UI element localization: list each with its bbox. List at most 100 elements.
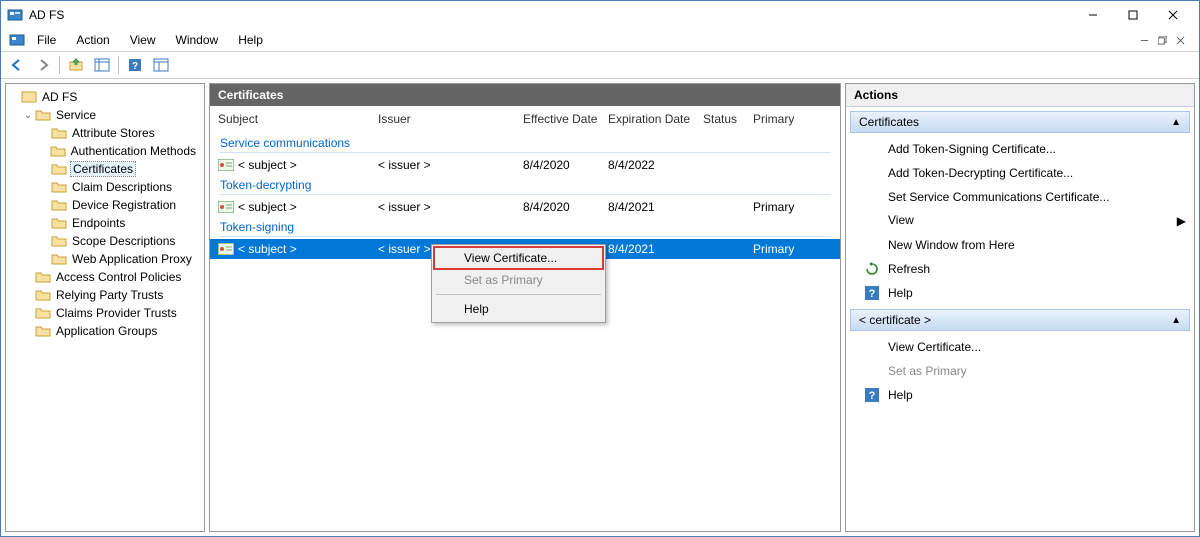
tree-node-certificates[interactable]: Certificates: [8, 160, 202, 178]
app-icon: [7, 7, 23, 23]
menu-help[interactable]: Help: [230, 31, 271, 49]
tree-node-authentication-methods[interactable]: Authentication Methods: [8, 142, 202, 160]
forward-button[interactable]: [31, 54, 55, 76]
maximize-button[interactable]: [1113, 3, 1153, 27]
tree-root[interactable]: AD FS: [8, 88, 202, 106]
action-refresh[interactable]: Refresh: [846, 257, 1194, 281]
group-header[interactable]: Service communications: [210, 133, 840, 152]
cell-subject: < subject >: [238, 158, 297, 172]
ctx-separator: [436, 294, 601, 295]
action-view-certificate[interactable]: View Certificate...: [846, 335, 1194, 359]
group-header[interactable]: Token-signing: [210, 217, 840, 236]
action-section-certificates[interactable]: Certificates ▲: [850, 111, 1190, 133]
col-exp[interactable]: Expiration Date: [608, 112, 703, 126]
tree-node-attribute-stores[interactable]: Attribute Stores: [8, 124, 202, 142]
col-status[interactable]: Status: [703, 112, 753, 126]
cell-subject: < subject >: [238, 200, 297, 214]
menu-file[interactable]: File: [29, 31, 64, 49]
svg-text:?: ?: [132, 61, 138, 72]
toolbar-separator: [118, 56, 119, 74]
action-set-service-comm-cert[interactable]: Set Service Communications Certificate..…: [846, 185, 1194, 209]
tree-node-scope-descriptions[interactable]: Scope Descriptions: [8, 232, 202, 250]
tree-label: Attribute Stores: [70, 126, 157, 140]
tree-label: Claims Provider Trusts: [54, 306, 179, 320]
col-subject[interactable]: Subject: [218, 112, 378, 126]
ctx-view-certificate[interactable]: View Certificate...: [434, 247, 603, 269]
folder-icon: [51, 162, 67, 176]
refresh-icon: [864, 261, 880, 277]
tree-node-relying-party-trusts[interactable]: Relying Party Trusts: [8, 286, 202, 304]
collapse-icon[interactable]: ▲: [1171, 117, 1181, 128]
context-menu: View Certificate... Set as Primary Help: [431, 244, 606, 323]
close-button[interactable]: [1153, 3, 1193, 27]
tree-label: Certificates: [70, 161, 136, 177]
navigation-tree[interactable]: AD FS ⌄ Service Attribute Stores Authenti…: [6, 84, 204, 344]
mdi-close-button[interactable]: [1171, 32, 1189, 48]
tree-label: Device Registration: [70, 198, 178, 212]
tree-node-application-groups[interactable]: Application Groups: [8, 322, 202, 340]
mdi-minimize-button[interactable]: [1135, 32, 1153, 48]
folder-icon: [35, 288, 51, 302]
collapse-icon[interactable]: ⌄: [22, 110, 34, 121]
folder-icon: [50, 144, 66, 158]
cell-primary: Primary: [753, 242, 813, 256]
folder-icon: [51, 216, 67, 230]
certificate-row[interactable]: < subject >< issuer >8/4/20208/4/2021Pri…: [210, 197, 840, 217]
app-menu-icon: [9, 32, 25, 48]
folder-icon: [35, 306, 51, 320]
certificate-list[interactable]: Service communications < subject >< issue…: [210, 133, 840, 531]
folder-icon: [51, 198, 67, 212]
action-add-token-decrypting[interactable]: Add Token-Decrypting Certificate...: [846, 161, 1194, 185]
collapse-icon[interactable]: ▲: [1171, 315, 1181, 326]
ctx-help[interactable]: Help: [434, 298, 603, 320]
properties-button[interactable]: [149, 54, 173, 76]
cell-effective-date: 8/4/2020: [523, 200, 608, 214]
tree-node-claims-provider-trusts[interactable]: Claims Provider Trusts: [8, 304, 202, 322]
menu-view[interactable]: View: [122, 31, 164, 49]
toolbar-separator: [59, 56, 60, 74]
show-hide-tree-button[interactable]: [90, 54, 114, 76]
minimize-button[interactable]: [1073, 3, 1113, 27]
back-button[interactable]: [5, 54, 29, 76]
chevron-right-icon: ▶: [1177, 214, 1186, 228]
section-label: < certificate >: [859, 313, 931, 327]
col-issuer[interactable]: Issuer: [378, 112, 523, 126]
tree-label: Claim Descriptions: [70, 180, 174, 194]
tree-node-claim-descriptions[interactable]: Claim Descriptions: [8, 178, 202, 196]
certificate-row[interactable]: < subject >< issuer >8/4/20208/4/2022: [210, 155, 840, 175]
action-help-2[interactable]: ? Help: [846, 383, 1194, 407]
cell-expiration-date: 8/4/2021: [608, 200, 703, 214]
tree-node-access-control-policies[interactable]: Access Control Policies: [8, 268, 202, 286]
cell-expiration-date: 8/4/2021: [608, 242, 703, 256]
help-icon: ?: [864, 285, 880, 301]
action-new-window[interactable]: New Window from Here: [846, 233, 1194, 257]
action-section-certificate[interactable]: < certificate > ▲: [850, 309, 1190, 331]
tree-node-service[interactable]: ⌄ Service: [8, 106, 202, 124]
action-set-as-primary: Set as Primary: [846, 359, 1194, 383]
tree-node-web-application-proxy[interactable]: Web Application Proxy: [8, 250, 202, 268]
window-title: AD FS: [29, 8, 64, 22]
group-header[interactable]: Token-decrypting: [210, 175, 840, 194]
help-button[interactable]: ?: [123, 54, 147, 76]
adfs-root-icon: [21, 90, 37, 104]
action-view[interactable]: View▶: [846, 209, 1194, 233]
certificate-icon: [218, 200, 236, 214]
mdi-restore-button[interactable]: [1153, 32, 1171, 48]
cell-primary: Primary: [753, 200, 813, 214]
col-primary[interactable]: Primary: [753, 112, 813, 126]
action-help[interactable]: ? Help: [846, 281, 1194, 305]
menu-window[interactable]: Window: [168, 31, 227, 49]
menubar: File Action View Window Help: [1, 29, 1199, 51]
menu-action[interactable]: Action: [68, 31, 117, 49]
action-add-token-signing[interactable]: Add Token-Signing Certificate...: [846, 137, 1194, 161]
up-button[interactable]: [64, 54, 88, 76]
col-eff[interactable]: Effective Date: [523, 112, 608, 126]
app-window: AD FS File Action View Window Help ?: [0, 0, 1200, 537]
certificate-icon: [218, 242, 236, 256]
tree-node-device-registration[interactable]: Device Registration: [8, 196, 202, 214]
tree-node-endpoints[interactable]: Endpoints: [8, 214, 202, 232]
folder-icon: [51, 252, 67, 266]
tree-label: Endpoints: [70, 216, 127, 230]
toolbar: ?: [1, 51, 1199, 79]
svg-text:?: ?: [869, 288, 876, 300]
